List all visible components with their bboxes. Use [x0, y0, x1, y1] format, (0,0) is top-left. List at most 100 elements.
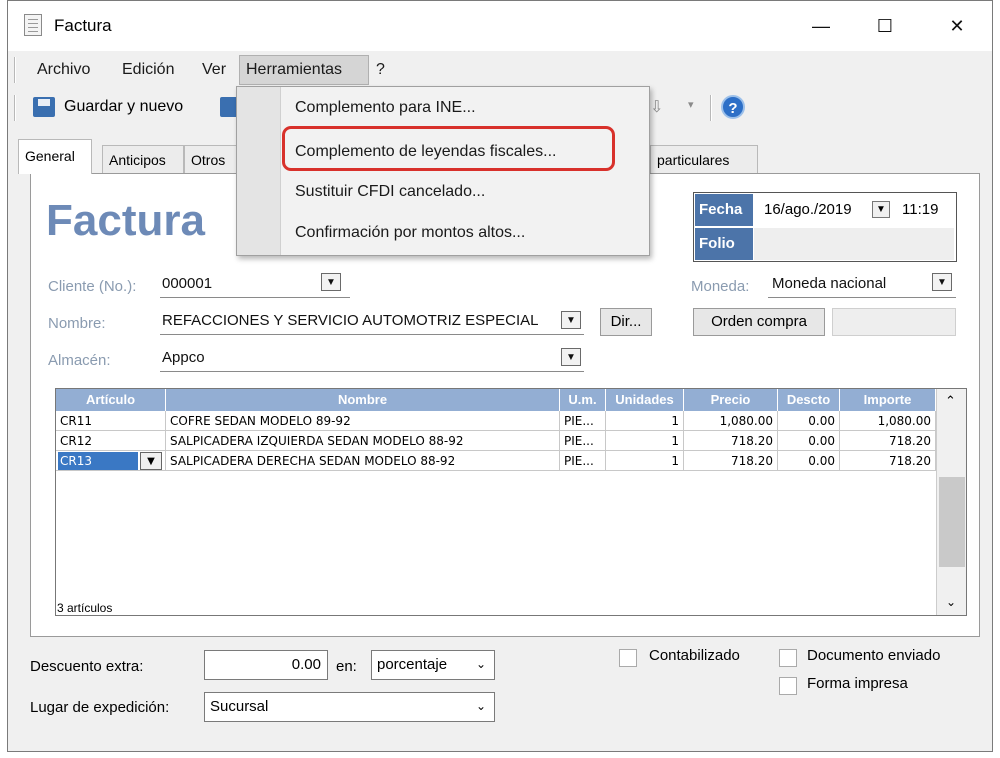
cell-um[interactable]: PIE...: [560, 451, 606, 471]
column-header[interactable]: Nombre: [166, 389, 560, 411]
cell-unidades[interactable]: 1: [606, 411, 684, 431]
cell-nombre[interactable]: SALPICADERA IZQUIERDA SEDAN MODELO 88-92: [166, 431, 560, 451]
moneda-dropdown-icon[interactable]: ▼: [932, 273, 952, 291]
nombre-label: Nombre:: [48, 315, 106, 332]
menu-item-confirmacion-montos[interactable]: Confirmación por montos altos...: [295, 224, 525, 242]
arrow-down-icon[interactable]: ⇩: [650, 97, 663, 117]
lugar-label: Lugar de expedición:: [30, 699, 170, 716]
menu-archivo[interactable]: Archivo: [37, 61, 90, 79]
lugar-select[interactable]: Sucursal ⌄: [204, 692, 495, 722]
cell-articulo[interactable]: CR11: [56, 411, 166, 431]
close-button[interactable]: ✕: [934, 9, 980, 43]
chevron-down-icon: ⌄: [475, 657, 486, 671]
save-new-icon: [33, 97, 55, 117]
column-header[interactable]: Precio: [684, 389, 778, 411]
menu-ver[interactable]: Ver: [202, 61, 226, 79]
save-new-button[interactable]: Guardar y nuevo: [64, 98, 183, 116]
highlight-annotation: [282, 126, 615, 171]
articles-grid: Artículo Nombre U.m. Unidades Precio Des…: [55, 388, 967, 616]
title-bar: Factura — ☐ ✕: [8, 1, 992, 51]
lugar-select-value: Sucursal: [210, 698, 269, 715]
menu-edicion[interactable]: Edición: [122, 61, 174, 79]
documento-enviado-label: Documento enviado: [807, 647, 941, 664]
cell-unidades[interactable]: 1: [606, 451, 684, 471]
cell-precio[interactable]: 718.20: [684, 451, 778, 471]
cell-unidades[interactable]: 1: [606, 431, 684, 451]
contabilizado-label: Contabilizado: [649, 647, 740, 664]
en-label: en:: [336, 658, 357, 675]
cell-articulo-selected[interactable]: CR13: [58, 452, 138, 470]
column-header[interactable]: Artículo: [56, 389, 166, 411]
tab-anticipos[interactable]: Anticipos: [102, 145, 184, 173]
chevron-down-icon[interactable]: ▾: [688, 98, 694, 111]
menu-bar: Archivo Edición Ver Herramientas ?: [8, 51, 992, 89]
folio-label: Folio: [695, 228, 753, 260]
descuento-input[interactable]: 0.00: [204, 650, 328, 680]
cell-descto[interactable]: 0.00: [778, 431, 840, 451]
maximize-button[interactable]: ☐: [862, 9, 908, 43]
fecha-field[interactable]: 16/ago./2019: [764, 201, 852, 218]
minimize-button[interactable]: —: [798, 9, 844, 43]
table-row[interactable]: CR12 SALPICADERA IZQUIERDA SEDAN MODELO …: [56, 431, 936, 451]
column-header[interactable]: U.m.: [560, 389, 606, 411]
cell-nombre[interactable]: COFRE SEDAN MODELO 89-92: [166, 411, 560, 431]
cell-importe[interactable]: 718.20: [840, 431, 936, 451]
tab-general[interactable]: General: [18, 139, 92, 174]
menu-item-complemento-ine[interactable]: Complemento para INE...: [295, 99, 476, 117]
en-select-value: porcentaje: [377, 656, 448, 673]
forma-impresa-checkbox[interactable]: [779, 677, 797, 695]
chevron-down-icon[interactable]: ⌄: [946, 595, 956, 609]
hora-field[interactable]: 11:19: [902, 201, 938, 218]
item-count: 3 artículos: [57, 601, 113, 615]
scroll-thumb[interactable]: [939, 477, 965, 567]
cell-precio[interactable]: 718.20: [684, 431, 778, 451]
moneda-label: Moneda:: [691, 278, 750, 295]
contabilizado-checkbox[interactable]: [619, 649, 637, 667]
cell-nombre[interactable]: SALPICADERA DERECHA SEDAN MODELO 88-92: [166, 451, 560, 471]
cliente-dropdown-icon[interactable]: ▼: [321, 273, 341, 291]
tab-particulares[interactable]: particulares: [650, 145, 758, 173]
cell-importe[interactable]: 718.20: [840, 451, 936, 471]
bottom-options: Descuento extra: 0.00 en: porcentaje ⌄ L…: [8, 637, 992, 753]
document-title: Factura: [46, 196, 205, 245]
articulo-dropdown-icon[interactable]: ▼: [140, 452, 162, 470]
orden-compra-button[interactable]: Orden compra: [693, 308, 825, 336]
documento-enviado-checkbox[interactable]: [779, 649, 797, 667]
almacen-dropdown-icon[interactable]: ▼: [561, 348, 581, 366]
cell-importe[interactable]: 1,080.00: [840, 411, 936, 431]
menu-help[interactable]: ?: [376, 61, 385, 79]
folio-field[interactable]: [754, 228, 954, 260]
moneda-field[interactable]: Moneda nacional: [772, 275, 886, 292]
forma-impresa-label: Forma impresa: [807, 675, 908, 692]
fecha-dropdown-icon[interactable]: ▼: [872, 201, 890, 218]
cliente-field[interactable]: 000001: [162, 275, 212, 292]
window-title: Factura: [54, 16, 112, 35]
fecha-folio-box: Fecha Folio 16/ago./2019 ▼ 11:19: [693, 192, 957, 262]
cell-um[interactable]: PIE...: [560, 431, 606, 451]
descuento-label: Descuento extra:: [30, 658, 144, 675]
grid-scrollbar[interactable]: ⌃ ⌄: [936, 389, 966, 615]
table-row-selected[interactable]: CR13 ▼ SALPICADERA DERECHA SEDAN MODELO …: [56, 451, 936, 471]
cell-descto[interactable]: 0.00: [778, 451, 840, 471]
cell-articulo-editor[interactable]: CR13 ▼: [56, 451, 166, 471]
orden-compra-field[interactable]: [832, 308, 956, 336]
nombre-field[interactable]: REFACCIONES Y SERVICIO AUTOMOTRIZ ESPECI…: [162, 312, 539, 329]
column-header[interactable]: Importe: [840, 389, 936, 411]
menu-herramientas[interactable]: Herramientas: [246, 61, 342, 79]
menu-item-sustituir-cfdi[interactable]: Sustituir CFDI cancelado...: [295, 183, 485, 201]
column-header[interactable]: Unidades: [606, 389, 684, 411]
cell-precio[interactable]: 1,080.00: [684, 411, 778, 431]
cell-articulo[interactable]: CR12: [56, 431, 166, 451]
chevron-up-icon[interactable]: ⌃: [945, 393, 956, 409]
menu-icon-gutter: [237, 87, 281, 255]
cell-descto[interactable]: 0.00: [778, 411, 840, 431]
nombre-dropdown-icon[interactable]: ▼: [561, 311, 581, 329]
column-header[interactable]: Descto: [778, 389, 840, 411]
almacen-field[interactable]: Appco: [162, 349, 205, 366]
cell-um[interactable]: PIE...: [560, 411, 606, 431]
en-select[interactable]: porcentaje ⌄: [371, 650, 495, 680]
dir-button[interactable]: Dir...: [600, 308, 652, 336]
help-icon[interactable]: ?: [721, 95, 745, 119]
document-icon: [24, 14, 42, 36]
table-row[interactable]: CR11 COFRE SEDAN MODELO 89-92 PIE... 1 1…: [56, 411, 936, 431]
